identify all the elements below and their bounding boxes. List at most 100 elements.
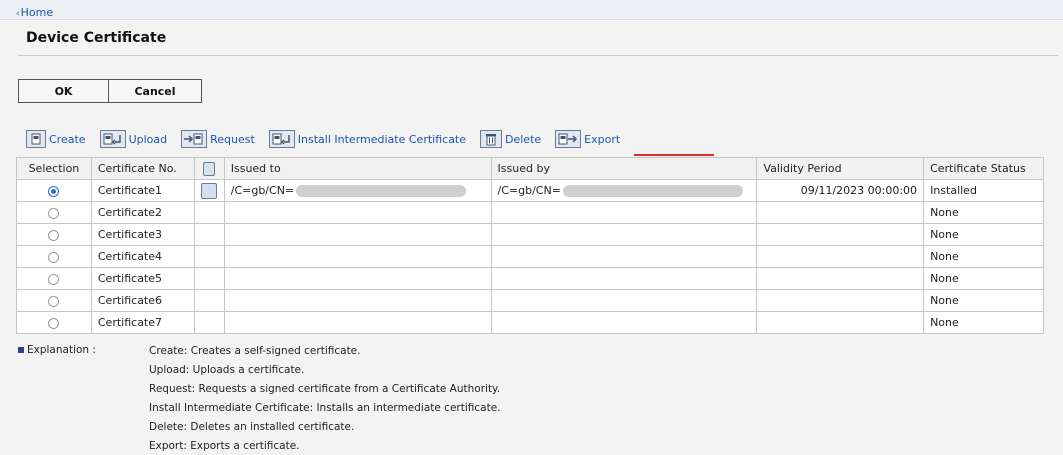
issued-by-value xyxy=(490,245,758,268)
table-row[interactable]: Certificate2 None xyxy=(16,201,1044,224)
export-label: Export xyxy=(584,132,621,146)
certificate-table: Selection Certificate No. Issued to Issu… xyxy=(16,157,1044,334)
redacted-block xyxy=(562,185,743,197)
selection-cell xyxy=(16,289,92,312)
header-icon-cell xyxy=(193,157,225,180)
validity-value xyxy=(756,311,925,334)
redacted-block xyxy=(296,185,467,197)
explanation-line: Install Intermediate Certificate: Instal… xyxy=(149,402,501,414)
header-issued-by: Issued by xyxy=(490,157,758,180)
certificate-name: Certificate3 xyxy=(90,223,195,246)
request-label: Request xyxy=(210,132,255,146)
selection-radio[interactable] xyxy=(48,273,60,285)
icon-cell xyxy=(193,223,225,246)
upload-button[interactable]: Upload xyxy=(99,130,168,148)
issued-by-value xyxy=(490,289,758,312)
status-value: None xyxy=(923,223,1044,246)
explanation-heading: Explanation : xyxy=(18,344,96,356)
validity-value xyxy=(756,289,925,312)
selection-radio[interactable] xyxy=(48,207,60,219)
table-row[interactable]: Certificate5 None xyxy=(16,267,1044,290)
issued-by-value xyxy=(490,223,758,246)
selection-radio[interactable] xyxy=(48,229,60,241)
selection-cell xyxy=(16,311,92,334)
trash-icon xyxy=(480,130,503,148)
certificate-name: Certificate7 xyxy=(90,311,195,334)
square-bullet-icon xyxy=(18,347,24,353)
request-button[interactable]: Request xyxy=(181,130,255,148)
selection-cell xyxy=(16,245,92,268)
validity-value xyxy=(756,245,925,268)
certificate-details-icon[interactable] xyxy=(201,182,218,199)
issued-by-value: /C=gb/CN= xyxy=(497,184,561,197)
table-row[interactable]: Certificate6 None xyxy=(16,289,1044,312)
table-row[interactable]: Certificate3 None xyxy=(16,223,1044,246)
page-title: Device Certificate xyxy=(26,30,167,46)
selection-radio[interactable] xyxy=(48,251,60,263)
status-value: None xyxy=(923,289,1044,312)
home-link[interactable]: ‹Home xyxy=(16,6,53,19)
export-icon xyxy=(555,130,582,148)
explanation-line: Create: Creates a self-signed certificat… xyxy=(149,345,361,357)
install-intermediate-button[interactable]: Install Intermediate Certificate xyxy=(268,130,467,148)
header-certificate-no: Certificate No. xyxy=(90,157,195,180)
selection-radio[interactable] xyxy=(48,185,60,197)
delete-button[interactable]: Delete xyxy=(480,130,541,148)
issued-to-value xyxy=(223,289,492,312)
upload-label: Upload xyxy=(128,132,168,146)
issued-to-value xyxy=(223,311,492,334)
certificate-name: Certificate5 xyxy=(90,267,195,290)
selection-cell xyxy=(16,223,92,246)
status-value: None xyxy=(923,201,1044,224)
explanation-line: Delete: Deletes an installed certificate… xyxy=(149,421,355,433)
issued-to-value xyxy=(223,267,492,290)
install-intermediate-label: Install Intermediate Certificate xyxy=(297,132,467,146)
table-header-row: Selection Certificate No. Issued to Issu… xyxy=(16,157,1044,180)
issued-by-value xyxy=(490,201,758,224)
top-nav-bar: ‹Home xyxy=(0,0,1063,20)
create-icon xyxy=(26,130,46,148)
validity-value xyxy=(756,201,925,224)
ok-button[interactable]: OK xyxy=(19,80,109,102)
issued-to-value xyxy=(223,245,492,268)
header-certificate-status: Certificate Status xyxy=(923,157,1044,180)
table-row[interactable]: Certificate4 None xyxy=(16,245,1044,268)
header-validity-period: Validity Period xyxy=(756,157,925,180)
selection-radio[interactable] xyxy=(48,295,60,307)
issued-by-value xyxy=(490,311,758,334)
export-highlight-underline xyxy=(634,154,714,156)
create-label: Create xyxy=(49,132,86,146)
explanation-line: Export: Exports a certificate. xyxy=(149,440,300,452)
header-selection: Selection xyxy=(16,157,92,180)
cancel-button[interactable]: Cancel xyxy=(109,80,201,102)
icon-cell xyxy=(193,311,225,334)
icon-cell xyxy=(193,245,225,268)
icon-cell xyxy=(193,267,225,290)
validity-value xyxy=(756,223,925,246)
selection-cell xyxy=(16,179,92,202)
certificate-name: Certificate4 xyxy=(90,245,195,268)
issued-by-cell: /C=gb/CN= xyxy=(490,179,758,202)
header-issued-to: Issued to xyxy=(223,157,492,180)
issued-to-cell: /C=gb/CN= xyxy=(223,179,492,202)
certificate-name: Certificate6 xyxy=(90,289,195,312)
table-row[interactable]: Certificate7 None xyxy=(16,311,1044,334)
issued-to-value: /C=gb/CN= xyxy=(230,184,295,197)
upload-icon xyxy=(99,130,126,148)
explanation-label: Explanation : xyxy=(27,344,96,356)
issued-by-value xyxy=(490,267,758,290)
table-row[interactable]: Certificate1 /C=gb/CN= /C=gb/CN= 09/11/2… xyxy=(16,179,1044,202)
selection-radio[interactable] xyxy=(48,317,60,329)
certificate-name: Certificate2 xyxy=(90,201,195,224)
icon-cell xyxy=(193,201,225,224)
status-value: None xyxy=(923,245,1044,268)
export-button[interactable]: Export xyxy=(555,130,620,148)
certificate-name: Certificate1 xyxy=(90,179,195,202)
certificate-icon xyxy=(203,161,216,176)
create-button[interactable]: Create xyxy=(26,130,86,148)
selection-cell xyxy=(16,201,92,224)
status-value: None xyxy=(923,267,1044,290)
chevron-left-icon: ‹ xyxy=(16,9,20,19)
validity-value xyxy=(756,267,925,290)
status-value: None xyxy=(923,311,1044,334)
